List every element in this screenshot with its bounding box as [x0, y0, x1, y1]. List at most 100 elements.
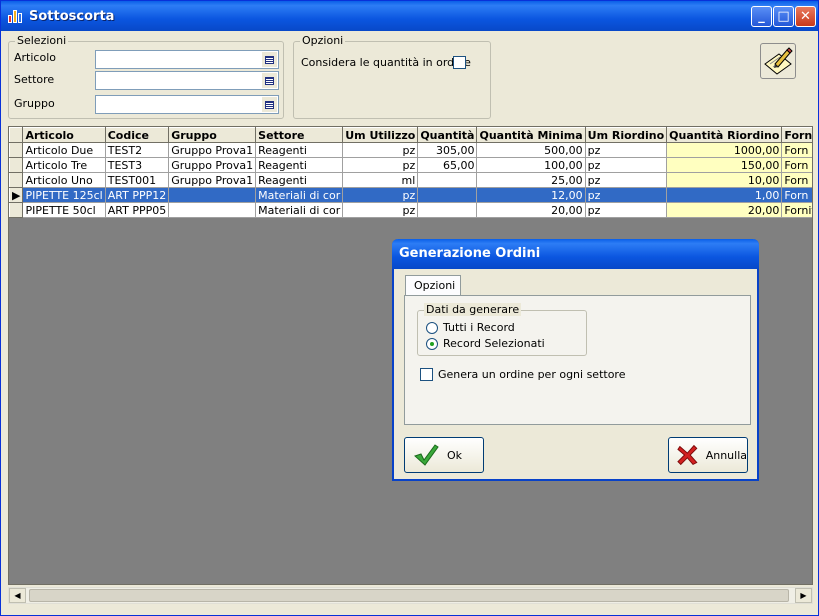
cell-um-riordino[interactable]: pz	[584, 202, 668, 218]
cell-articolo[interactable]: Articolo Due	[22, 142, 106, 158]
cell-fornitore[interactable]: Forn 01	[781, 157, 812, 173]
cell-gruppo[interactable]: Gruppo Prova1	[168, 142, 257, 158]
cell-codice[interactable]: TEST001	[104, 172, 170, 188]
close-button[interactable]: ✕	[795, 6, 816, 27]
column-header[interactable]: Quantità	[417, 127, 478, 143]
maximize-button[interactable]: □	[773, 6, 794, 27]
dialog-title[interactable]: Generazione Ordini	[392, 239, 759, 269]
row-indicator[interactable]	[9, 142, 24, 158]
cell-settore[interactable]: Reagenti	[255, 157, 344, 173]
cell-codice[interactable]: ART PPP05	[104, 202, 170, 218]
cell-settore[interactable]: Reagenti	[255, 142, 344, 158]
cell-articolo[interactable]: Articolo Uno	[22, 172, 106, 188]
record-selezionati-label[interactable]: Record Selezionati	[443, 337, 545, 350]
record-selezionati-radio[interactable]	[426, 338, 438, 350]
cell-quantita[interactable]: 305,00	[417, 142, 478, 158]
cell-um-utilizzo[interactable]: pz	[342, 157, 419, 173]
annulla-button[interactable]: Annulla	[668, 437, 748, 473]
cell-fornitore[interactable]: Forn 01	[781, 172, 812, 188]
cell-codice[interactable]: TEST3	[104, 157, 170, 173]
cell-settore[interactable]: Materiali di cor	[255, 202, 344, 218]
annulla-label: Annulla	[705, 448, 747, 462]
cell-quantita-minima[interactable]: 25,00	[476, 172, 586, 188]
cell-quantita-minima[interactable]: 20,00	[476, 202, 586, 218]
cell-articolo[interactable]: PIPETTE 125cl	[22, 187, 106, 203]
current-row-indicator[interactable]: ▶	[9, 187, 24, 203]
cell-gruppo[interactable]: Gruppo Prova1	[168, 172, 257, 188]
genera-ordine-checkbox[interactable]	[420, 368, 433, 381]
row-indicator[interactable]	[9, 172, 24, 188]
cell-codice[interactable]: ART PPP12	[104, 187, 170, 203]
column-header[interactable]: Fornitore	[781, 127, 812, 143]
cell-quantita[interactable]	[417, 187, 478, 203]
cell-fornitore[interactable]: Fornitore 2	[781, 202, 812, 218]
scroll-left-button[interactable]: ◀	[9, 588, 26, 603]
ok-button[interactable]: Ok	[404, 437, 484, 473]
settore-lookup-button[interactable]	[262, 73, 277, 88]
table-row[interactable]: Articolo Tre TEST3 Gruppo Prova1 Reagent…	[9, 157, 812, 173]
cell-articolo[interactable]: PIPETTE 50cl	[22, 202, 106, 218]
cell-quantita-minima[interactable]: 100,00	[476, 157, 586, 173]
column-header[interactable]: Gruppo	[168, 127, 257, 143]
cell-fornitore[interactable]: Forn 01	[781, 142, 812, 158]
column-header[interactable]: Um Riordino	[584, 127, 668, 143]
title-bar[interactable]: Sottoscorta _ □ ✕	[1, 1, 818, 31]
cell-quantita-minima[interactable]: 12,00	[476, 187, 586, 203]
cell-um-utilizzo[interactable]: pz	[342, 202, 419, 218]
red-x-icon	[677, 444, 698, 466]
table-row-selected[interactable]: ▶ PIPETTE 125cl ART PPP12 Materiali di c…	[9, 187, 812, 203]
gruppo-lookup-button[interactable]	[262, 97, 277, 112]
articolo-field[interactable]	[95, 50, 279, 69]
cell-um-riordino[interactable]: pz	[584, 142, 668, 158]
column-header[interactable]: Settore	[255, 127, 344, 143]
horizontal-scrollbar[interactable]: ◀ ▶	[8, 587, 813, 604]
cell-quantita-riordino[interactable]: 1,00	[666, 187, 783, 203]
cell-um-utilizzo[interactable]: ml	[342, 172, 419, 188]
edit-notepad-icon	[764, 47, 793, 75]
cell-quantita[interactable]: 65,00	[417, 157, 478, 173]
cell-quantita-riordino[interactable]: 150,00	[666, 157, 783, 173]
cell-gruppo[interactable]: Gruppo Prova1	[168, 157, 257, 173]
cell-settore[interactable]: Reagenti	[255, 172, 344, 188]
tutti-record-radio[interactable]	[426, 322, 438, 334]
column-header[interactable]: Um Utilizzo	[342, 127, 419, 143]
scroll-right-button[interactable]: ▶	[795, 588, 812, 603]
cell-codice[interactable]: TEST2	[104, 142, 170, 158]
settore-field[interactable]	[95, 71, 279, 90]
considera-checkbox[interactable]	[453, 56, 466, 69]
cell-um-utilizzo[interactable]: pz	[342, 142, 419, 158]
cell-fornitore[interactable]: Forn 01	[781, 187, 812, 203]
cell-quantita-riordino[interactable]: 20,00	[666, 202, 783, 218]
cell-quantita[interactable]	[417, 202, 478, 218]
cell-um-riordino[interactable]: pz	[584, 172, 668, 188]
cell-gruppo[interactable]	[168, 202, 257, 218]
edit-button[interactable]	[760, 43, 796, 79]
gruppo-field[interactable]	[95, 95, 279, 114]
column-header[interactable]: Articolo	[22, 127, 106, 143]
table-row[interactable]: PIPETTE 50cl ART PPP05 Materiali di cor …	[9, 202, 812, 218]
row-indicator[interactable]	[9, 157, 24, 173]
cell-quantita-minima[interactable]: 500,00	[476, 142, 586, 158]
cell-settore[interactable]: Materiali di cor	[255, 187, 344, 203]
minimize-button[interactable]: _	[751, 6, 772, 27]
tab-panel-opzioni: Dati da generare Tutti i Record Record S…	[404, 295, 751, 425]
cell-um-riordino[interactable]: pz	[584, 157, 668, 173]
column-header[interactable]: Codice	[104, 127, 170, 143]
scroll-thumb[interactable]	[29, 589, 789, 602]
tab-opzioni[interactable]: Opzioni	[405, 275, 461, 296]
cell-quantita-riordino[interactable]: 10,00	[666, 172, 783, 188]
table-row[interactable]: Articolo Uno TEST001 Gruppo Prova1 Reage…	[9, 172, 812, 188]
cell-articolo[interactable]: Articolo Tre	[22, 157, 106, 173]
tutti-record-label[interactable]: Tutti i Record	[443, 321, 515, 334]
table-row[interactable]: Articolo Due TEST2 Gruppo Prova1 Reagent…	[9, 142, 812, 158]
cell-um-riordino[interactable]: pz	[584, 187, 668, 203]
cell-um-utilizzo[interactable]: pz	[342, 187, 419, 203]
cell-quantita-riordino[interactable]: 1000,00	[666, 142, 783, 158]
cell-gruppo[interactable]	[168, 187, 257, 203]
cell-quantita[interactable]	[417, 172, 478, 188]
genera-ordine-label[interactable]: Genera un ordine per ogni settore	[438, 368, 625, 381]
column-header[interactable]: Quantità Riordino	[666, 127, 783, 143]
column-header[interactable]: Quantità Minima	[476, 127, 586, 143]
row-indicator[interactable]	[9, 202, 24, 218]
articolo-lookup-button[interactable]	[262, 52, 277, 67]
